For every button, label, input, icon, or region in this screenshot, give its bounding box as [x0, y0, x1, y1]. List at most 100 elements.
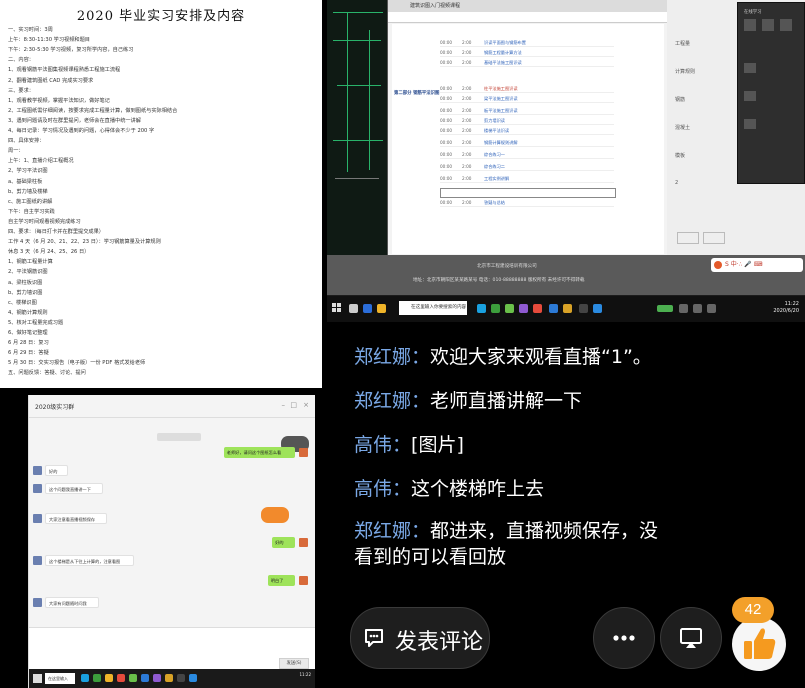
post-comment-button[interactable]: 发表评论: [350, 607, 490, 669]
course-link[interactable]: 柱平法施工图识读: [484, 86, 518, 91]
file-explorer-icon[interactable]: [105, 674, 113, 682]
maximize-icon[interactable]: □: [290, 401, 297, 409]
comment-username[interactable]: 郑红娜: [354, 520, 411, 542]
chat-message[interactable]: 老师好，请问这个图纸怎么看: [223, 447, 295, 458]
course-row[interactable]: 00:00 2:00 答疑与总结: [440, 200, 614, 207]
battery-icon[interactable]: [657, 305, 673, 312]
course-row[interactable]: 00:00 2:00 钢筋计算规则讲解: [440, 140, 614, 147]
app-icon[interactable]: [505, 304, 514, 313]
app-icon[interactable]: [563, 304, 572, 313]
course-link[interactable]: 识读平面图与钢筋布置: [484, 40, 526, 45]
cad-drawing: [327, 0, 387, 255]
close-icon[interactable]: ×: [303, 401, 309, 409]
course-row[interactable]: 00:00 2:00 钢筋工程量计算方法: [440, 50, 614, 57]
search-icon[interactable]: [349, 304, 358, 313]
wechat-icon[interactable]: [93, 674, 101, 682]
app-icon[interactable]: [177, 674, 185, 682]
toolbar-icon[interactable]: [780, 19, 792, 31]
app-icon[interactable]: [141, 674, 149, 682]
app-icon[interactable]: [189, 674, 197, 682]
volume-icon[interactable]: [693, 304, 702, 313]
comment-username[interactable]: 高伟: [354, 434, 392, 456]
chat-message[interactable]: 大家有问题随时问我: [45, 597, 99, 608]
minimize-icon[interactable]: –: [282, 401, 286, 409]
course-link[interactable]: 工程实例讲解: [484, 176, 509, 181]
avatar[interactable]: [299, 448, 308, 457]
comment-username[interactable]: 郑红娜: [354, 390, 411, 412]
course-row[interactable]: 00:00 2:00 楼梯平法识读: [440, 128, 614, 135]
avatar[interactable]: [33, 556, 42, 565]
panel-button[interactable]: [703, 232, 725, 244]
avatar[interactable]: [299, 538, 308, 547]
toolbar-icon[interactable]: [762, 19, 774, 31]
course-row[interactable]: 00:00 2:00 工程实例讲解: [440, 176, 614, 183]
avatar[interactable]: [299, 576, 308, 585]
ime-icon[interactable]: [707, 304, 716, 313]
system-clock[interactable]: 11:22 2020/6/20: [773, 301, 799, 315]
avatar[interactable]: [33, 484, 42, 493]
chat-message[interactable]: 大家注意看直播视频保存: [45, 513, 108, 524]
taskbar-search-input[interactable]: 在这里输入你要搜索的内容: [399, 301, 467, 315]
course-row[interactable]: 00:00 2:00 剪力墙识读: [440, 118, 614, 125]
course-link[interactable]: 综合练习一: [484, 152, 505, 157]
app-icon[interactable]: [519, 304, 528, 313]
windows-start-icon[interactable]: [33, 674, 42, 683]
course-link[interactable]: 梁平法施工图识读: [484, 96, 518, 101]
avatar[interactable]: [33, 514, 42, 523]
browser-icon[interactable]: [81, 674, 89, 682]
panel-button[interactable]: [677, 232, 699, 244]
avatar[interactable]: [33, 598, 42, 607]
course-link[interactable]: 钢筋计算规则讲解: [484, 140, 518, 145]
task-view-icon[interactable]: [363, 304, 372, 313]
course-link[interactable]: 综合练习二: [484, 164, 505, 169]
course-row[interactable]: 00:00 2:00 综合练习一: [440, 152, 614, 159]
windows-start-icon[interactable]: [332, 303, 342, 313]
app-icon[interactable]: [117, 674, 125, 682]
course-duration: 2:00: [462, 60, 472, 65]
document-line: 二、内容：: [8, 57, 34, 64]
course-row[interactable]: 00:00 2:00 识读平面图与钢筋布置: [440, 40, 614, 47]
course-link[interactable]: 答疑与总结: [484, 200, 505, 205]
course-link[interactable]: 楼梯平法识读: [484, 128, 509, 133]
app-icon[interactable]: [579, 304, 588, 313]
course-row[interactable]: 00:00 2:00 板平法施工图识读: [440, 108, 614, 115]
file-attachment[interactable]: [261, 507, 289, 523]
toolbar-icon[interactable]: [744, 19, 756, 31]
taskbar-search-input[interactable]: 在这里输入: [45, 673, 75, 684]
chat-message[interactable]: 好的: [272, 537, 295, 548]
chat-message[interactable]: 这个楼梯是从下往上计算的，注意看图: [45, 555, 134, 566]
browser-tab[interactable]: 建筑识图入门视频课程: [388, 0, 668, 12]
message-input[interactable]: 发送(S): [29, 627, 315, 670]
course-link[interactable]: 剪力墙识读: [484, 118, 505, 123]
app-icon[interactable]: [549, 304, 558, 313]
chat-message[interactable]: 好的: [45, 465, 68, 476]
input-method-bar[interactable]: S 中·∴ 🎤 ⌨: [711, 258, 803, 272]
chat-message[interactable]: 这个问题我直播讲一下: [45, 483, 103, 494]
browser-icon[interactable]: [477, 304, 486, 313]
more-button[interactable]: [593, 607, 655, 669]
app-icon[interactable]: [129, 674, 137, 682]
app-icon[interactable]: [593, 304, 602, 313]
file-explorer-icon[interactable]: [377, 304, 386, 313]
comment-username[interactable]: 郑红娜: [354, 346, 411, 368]
course-link[interactable]: 钢筋工程量计算方法: [484, 50, 522, 55]
course-row[interactable]: 00:00 2:00 梁平法施工图识读: [440, 96, 614, 103]
screen-cast-button[interactable]: [660, 607, 722, 669]
comment-username[interactable]: 高伟: [354, 478, 392, 500]
course-link[interactable]: 板平法施工图识读: [484, 108, 518, 113]
system-clock[interactable]: 11:22: [299, 672, 311, 678]
course-row[interactable]: 00:00 2:00 综合练习二: [440, 164, 614, 171]
address-bar[interactable]: [388, 12, 668, 23]
course-row[interactable]: 00:00 2:00 基础平法施工图识读: [440, 60, 614, 67]
course-link[interactable]: 基础平法施工图识读: [484, 60, 522, 65]
app-icon[interactable]: [165, 674, 173, 682]
wechat-icon[interactable]: [491, 304, 500, 313]
avatar[interactable]: [33, 466, 42, 475]
app-icon[interactable]: [533, 304, 542, 313]
send-button[interactable]: 发送(S): [279, 658, 309, 669]
chat-message[interactable]: 明白了: [267, 575, 295, 586]
course-row[interactable]: 00:00 2:00 柱平法施工图识读: [440, 86, 614, 93]
app-icon[interactable]: [153, 674, 161, 682]
like-button[interactable]: [732, 617, 786, 671]
network-icon[interactable]: [679, 304, 688, 313]
